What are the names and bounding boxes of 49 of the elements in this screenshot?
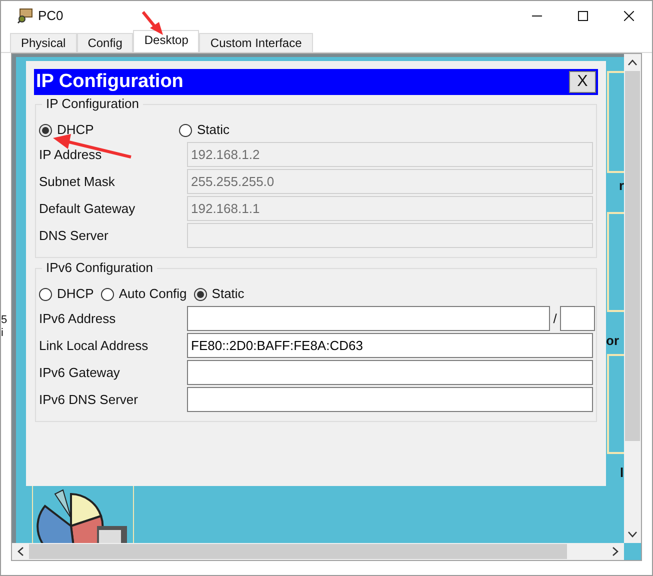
scroll-down-icon[interactable] [628,531,637,538]
radio-button[interactable] [179,124,192,136]
scroll-up-icon[interactable] [628,59,637,66]
scroll-right-icon[interactable] [612,547,619,556]
radio-label[interactable]: DHCP [57,284,94,304]
field-label: IPv6 Address [39,310,116,326]
close-icon [624,11,634,21]
input-field[interactable]: FE80::2D0:BAFF:FE8A:CD63 [187,333,593,358]
tab[interactable]: Physical [10,33,77,52]
field-label: Subnet Mask [39,174,115,189]
annotation-arrow [142,11,163,35]
vertical-scrollbar[interactable] [624,54,641,560]
tab[interactable]: Custom Interface [199,33,313,52]
scrollbar-corner [624,543,641,560]
scroll-left-icon[interactable] [17,547,24,556]
field-label: Default Gateway [39,200,136,216]
field-label: Link Local Address [39,338,148,353]
radio-label[interactable]: Auto Config [118,284,187,304]
radio-label[interactable]: DHCP [57,120,94,140]
radio-button[interactable] [194,288,207,300]
background-label: i [1,327,4,339]
radio-label[interactable]: Static [212,284,244,304]
field-label: DNS Server [39,228,108,243]
radio-button[interactable] [100,288,114,300]
input-field[interactable] [187,360,593,385]
pc-icon [17,8,33,24]
background-label: or [606,332,619,350]
group-legend: IP Configuration [42,96,143,112]
close-button[interactable]: X [569,71,596,93]
radio-button[interactable] [39,288,52,300]
field-label: IPv6 DNS Server [39,392,138,407]
address-field[interactable] [187,306,550,331]
radio-button[interactable] [39,124,52,136]
field-label: IPv6 Gateway [39,364,120,380]
radio-label[interactable]: Static [197,120,230,140]
field-label: IP Address [39,146,102,162]
prefix-field[interactable] [560,306,595,331]
horizontal-scrollbar[interactable] [12,543,624,560]
tab[interactable]: Config [76,33,134,52]
tab[interactable]: Desktop [133,30,200,52]
background-label: l [620,464,624,482]
background-label: r [619,177,624,195]
group-legend: IPv6 Configuration [42,260,157,276]
maximize-icon [578,11,588,21]
slash-separator: / [552,310,558,328]
window-title: PC0 [38,7,64,26]
input-field[interactable] [187,387,593,412]
background-label: 5 [1,314,8,326]
dialog-title: IP Configuration [36,70,184,94]
